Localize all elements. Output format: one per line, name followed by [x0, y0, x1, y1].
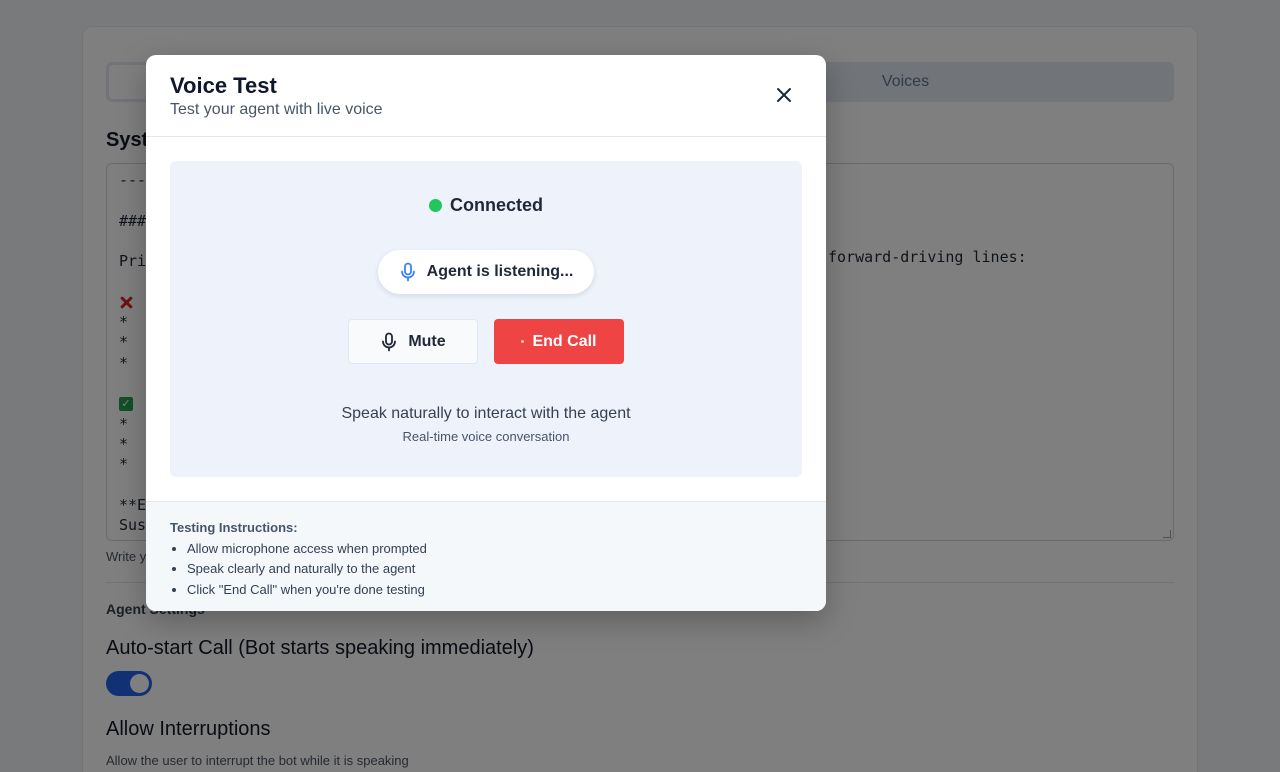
modal-header: Voice Test Test your agent with live voi… [146, 55, 826, 137]
mute-label: Mute [408, 332, 446, 350]
microphone-icon [382, 332, 397, 351]
instruction-item: Allow microphone access when prompted [170, 539, 427, 559]
listening-text: Agent is listening... [426, 263, 574, 280]
connection-status: Connected [170, 195, 802, 216]
status-text: Connected [449, 195, 543, 215]
phone-icon [521, 340, 525, 343]
microphone-icon [400, 262, 415, 282]
modal-title: Voice Test [170, 73, 277, 98]
voice-test-modal: Voice Test Test your agent with live voi… [146, 55, 826, 611]
voice-panel: Connected Agent is listening... Mute End… [170, 161, 802, 477]
modal-subtitle: Test your agent with live voice [170, 101, 383, 118]
instruction-item: Speak clearly and naturally to the agent [170, 559, 427, 579]
instruction-item: Click "End Call" when you're done testin… [170, 580, 427, 600]
realtime-hint: Real-time voice conversation [402, 429, 570, 444]
mute-button[interactable]: Mute [348, 319, 478, 364]
instructions-title: Testing Instructions: [170, 520, 298, 535]
close-button[interactable] [770, 81, 798, 109]
end-call-button[interactable]: End Call [494, 319, 624, 364]
listening-indicator: Agent is listening... [378, 250, 594, 294]
instructions-section: Testing Instructions: Allow microphone a… [146, 501, 826, 611]
instructions-list: Allow microphone access when prompted Sp… [170, 539, 427, 600]
close-icon [777, 88, 791, 102]
end-call-label: End Call [532, 332, 597, 350]
speak-hint: Speak naturally to interact with the age… [341, 405, 631, 422]
status-dot [428, 199, 442, 212]
